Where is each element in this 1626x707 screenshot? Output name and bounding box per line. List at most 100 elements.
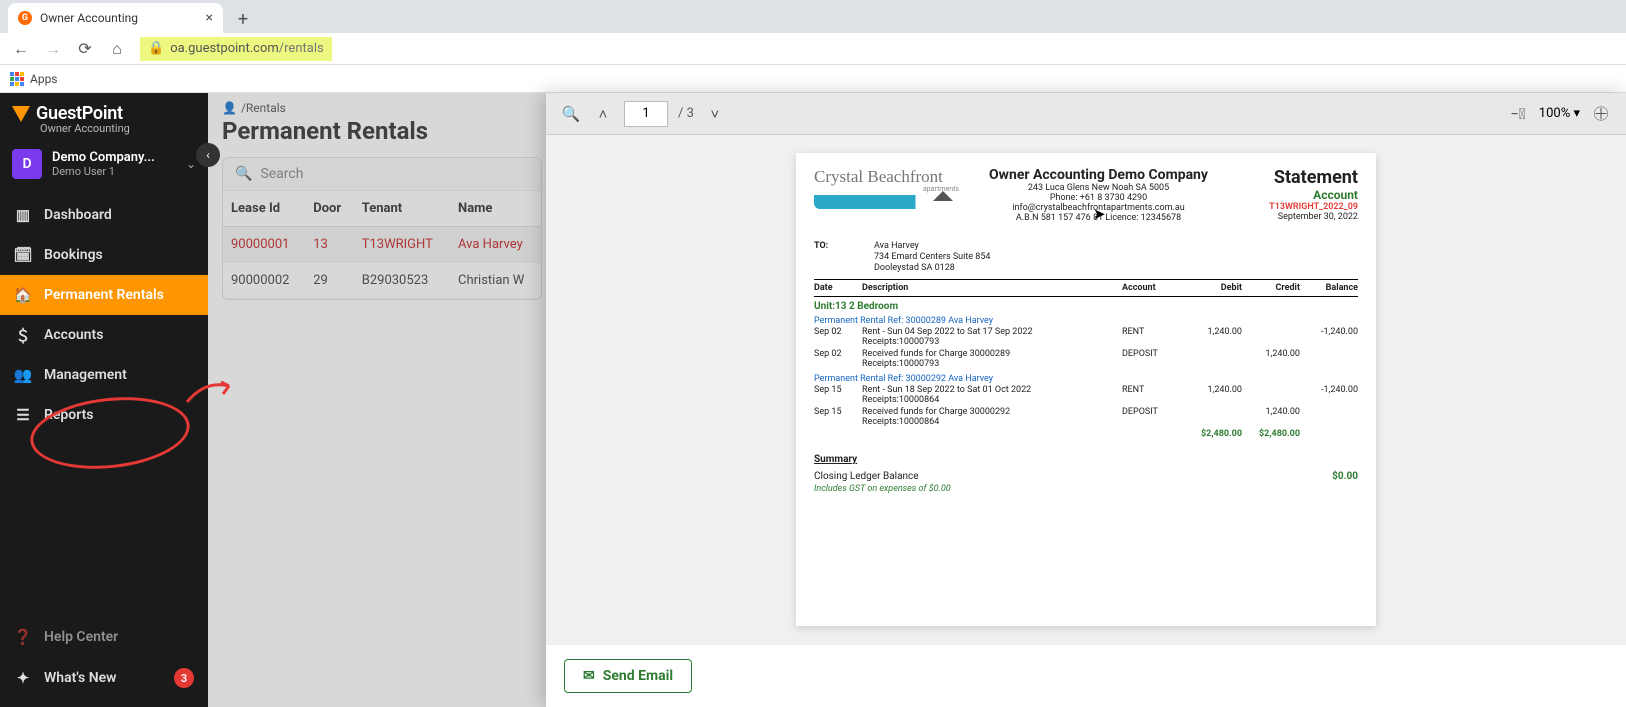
pdf-toolbar: 🔍 ˄ / 3 ˅ −⃝ 100% ▾ ＋⃝ [546, 93, 1626, 135]
pdf-search-icon[interactable]: 🔍 [560, 103, 582, 125]
gst-note: Includes GST on expenses of $0.00 [814, 484, 1358, 494]
summary-heading: Summary [814, 454, 1358, 465]
bookmarks-bar: Apps [0, 65, 1626, 93]
logo-icon [12, 106, 30, 122]
sidebar-item-dashboard[interactable]: ▥ Dashboard [0, 195, 208, 235]
help-icon: ❓ [14, 628, 32, 646]
url-path: /rentals [279, 41, 324, 56]
reload-button[interactable]: ⟳ [72, 36, 98, 62]
collapse-sidebar-button[interactable]: ‹ [196, 143, 220, 167]
address-bar: ← → ⟳ ⌂ 🔒 oa.guestpoint.com/rentals [0, 33, 1626, 65]
url-host: oa.guestpoint.com [170, 41, 279, 56]
notification-badge: 3 [174, 668, 194, 688]
pdf-page-input[interactable] [624, 101, 668, 127]
nav-label: Help Center [44, 629, 118, 645]
bar-chart-icon: ▥ [14, 206, 32, 224]
forward-button[interactable]: → [40, 36, 66, 62]
company-abn: A.B.N 581 157 476 81 Licence: 12345678 [959, 213, 1238, 223]
brand-name: GuestPoint [36, 103, 123, 124]
totals-row: $2,480.00 $2,480.00 [814, 428, 1358, 440]
line-item: Sep 15 Rent - Sun 18 Sep 2022 to Sat 01 … [814, 384, 1358, 406]
closing-balance: Closing Ledger Balance $0.00 [814, 471, 1358, 482]
pdf-page: Crystal Beachfront apartments Owner Acco… [796, 153, 1376, 626]
to-label: TO: [814, 241, 844, 273]
statement-date: September 30, 2022 [1238, 212, 1358, 222]
to-addr2: Dooleystad SA 0128 [874, 263, 990, 274]
line-item: Sep 15 Received funds for Charge 3000029… [814, 406, 1358, 428]
th-date: Date [814, 283, 862, 293]
wave-icon [814, 195, 959, 209]
send-email-button[interactable]: ✉ Send Email [564, 659, 692, 693]
document-icon: ☰ [14, 406, 32, 424]
calendar-icon: 🗓 [14, 246, 32, 264]
brand-sub: Owner Accounting [40, 122, 196, 135]
company-phone: Phone: +61 8 3730 4290 [959, 193, 1238, 203]
nav-label: What's New [44, 670, 117, 686]
users-icon: 👥 [14, 366, 32, 384]
sidebar-item-permanent-rentals[interactable]: 🏠 Permanent Rentals [0, 275, 208, 315]
sidebar-item-accounts[interactable]: ＄Accounts [0, 315, 208, 355]
favicon-icon: G [18, 11, 32, 25]
logo-text: Crystal Beachfront [814, 167, 959, 187]
ref-row: Permanent Rental Ref: 30000292 Ava Harve… [814, 374, 1358, 384]
url-display[interactable]: 🔒 oa.guestpoint.com/rentals [140, 37, 332, 61]
nav-label: Management [44, 367, 127, 383]
ref-row: Permanent Rental Ref: 30000289 Ava Harve… [814, 316, 1358, 326]
sidebar-item-bookings[interactable]: 🗓 Bookings [0, 235, 208, 275]
pdf-prev-page-button[interactable]: ˄ [592, 103, 614, 125]
sidebar-item-management[interactable]: 👥 Management [0, 355, 208, 395]
back-button[interactable]: ← [8, 36, 34, 62]
new-tab-button[interactable]: + [229, 5, 257, 33]
pdf-viewport[interactable]: Crystal Beachfront apartments Owner Acco… [546, 135, 1626, 644]
statement-table: Date Description Account Debit Credit Ba… [814, 279, 1358, 440]
main-content: 👤 /Rentals Permanent Rentals 🔍 Search Le… [208, 93, 1626, 707]
statement-logo: Crystal Beachfront apartments [814, 167, 959, 209]
th-desc: Description [862, 283, 1122, 293]
browser-tab[interactable]: G Owner Accounting × [8, 3, 223, 33]
company-switcher[interactable]: D Demo Company... Demo User 1 ⌄ [0, 141, 208, 187]
statement-company: Owner Accounting Demo Company 243 Luca G… [959, 167, 1238, 223]
company-name: Owner Accounting Demo Company [959, 167, 1238, 183]
statement-ref: T13WRIGHT_2022_09 [1238, 202, 1358, 212]
company-email: info@crystalbeachfrontapartments.com.au [959, 203, 1238, 213]
zoom-in-button[interactable]: ＋⃝ [1590, 103, 1612, 125]
to-name: Ava Harvey [874, 241, 990, 252]
apps-icon[interactable] [10, 72, 24, 86]
company-addr: 243 Luca Glens New Noah SA 5005 [959, 183, 1238, 193]
line-item: Sep 02 Received funds for Charge 3000028… [814, 348, 1358, 370]
company-user: Demo User 1 [52, 165, 176, 178]
sparkle-icon: ✦ [14, 669, 32, 687]
send-email-label: Send Email [603, 668, 673, 684]
sidebar: GuestPoint Owner Accounting ‹ D Demo Com… [0, 93, 208, 707]
statement-title: Statement [1238, 167, 1358, 188]
unit-row: Unit:13 2 Bedroom [814, 301, 1358, 312]
nav-label: Bookings [44, 247, 103, 263]
pdf-next-page-button[interactable]: ˅ [704, 103, 726, 125]
browser-tab-strip: G Owner Accounting × + [0, 0, 1626, 33]
line-item: Sep 02 Rent - Sun 04 Sep 2022 to Sat 17 … [814, 326, 1358, 348]
statement-drawer: 🔍 ˄ / 3 ˅ −⃝ 100% ▾ ＋⃝ Crystal Beachfron… [546, 93, 1626, 707]
mail-icon: ✉ [583, 668, 595, 684]
nav-label: Permanent Rentals [44, 287, 164, 303]
sidebar-item-reports[interactable]: ☰ Reports [0, 395, 208, 435]
zoom-level[interactable]: 100% ▾ [1539, 106, 1580, 121]
lock-icon: 🔒 [148, 41, 164, 56]
th-acc: Account [1122, 283, 1184, 293]
sidebar-item-help[interactable]: ❓ Help Center [0, 617, 208, 657]
zoom-out-button[interactable]: −⃝ [1507, 103, 1529, 125]
home-button[interactable]: ⌂ [104, 36, 130, 62]
sidebar-item-whats-new[interactable]: ✦ What's New 3 [0, 657, 208, 699]
pdf-page-total: / 3 [678, 106, 694, 121]
statement-account-label: Account [1238, 188, 1358, 202]
logo: GuestPoint Owner Accounting [0, 93, 208, 141]
nav-label: Dashboard [44, 207, 112, 223]
chevron-down-icon: ⌄ [186, 157, 196, 171]
th-deb: Debit [1184, 283, 1242, 293]
house-icon: 🏠 [14, 286, 32, 304]
drawer-footer: ✉ Send Email [546, 644, 1626, 707]
nav-label: Accounts [44, 327, 103, 343]
apps-label[interactable]: Apps [30, 72, 58, 86]
nav-label: Reports [44, 407, 94, 423]
company-name: Demo Company... [52, 150, 176, 165]
close-icon[interactable]: × [206, 10, 213, 26]
